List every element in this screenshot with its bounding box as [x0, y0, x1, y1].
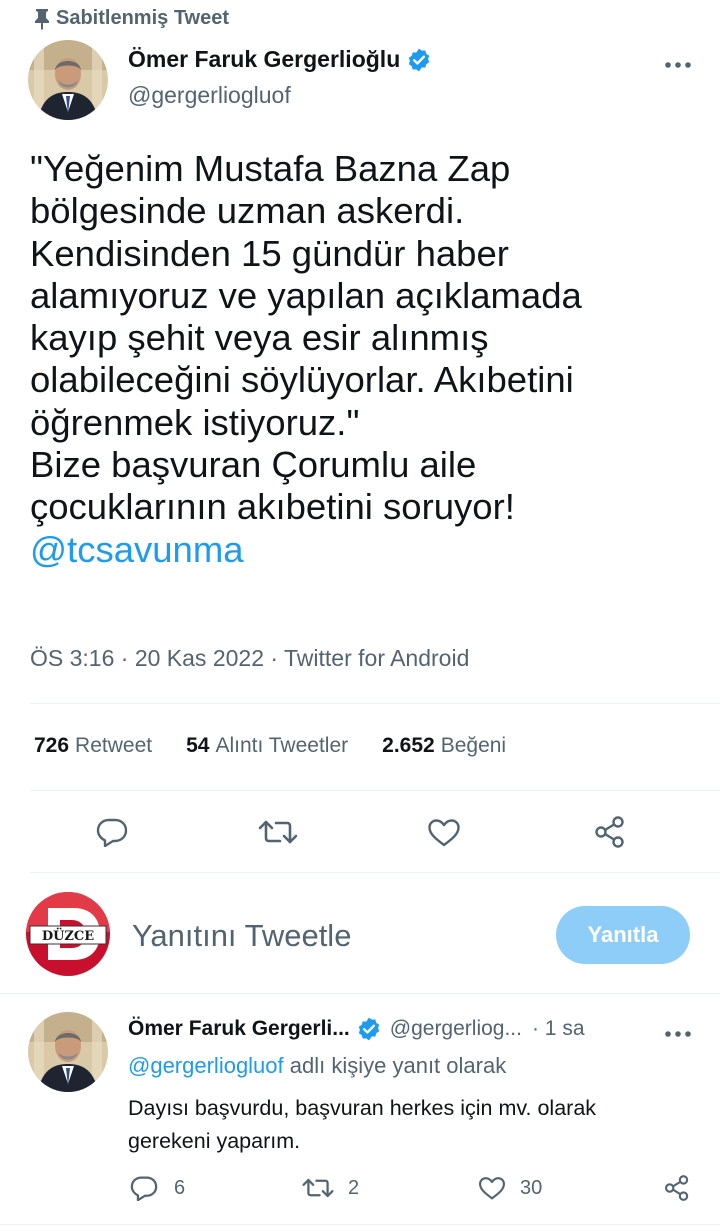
retweet-icon[interactable]	[258, 818, 298, 846]
quotes-stat[interactable]: 54 Alıntı Tweetler	[186, 734, 348, 758]
author-avatar[interactable]	[28, 40, 108, 120]
reply-button[interactable]: Yanıtla	[556, 906, 690, 964]
quotes-count: 54	[186, 734, 210, 757]
tweet-body: "Yeğenim Mustafa Bazna Zap bölgesinde uz…	[30, 148, 700, 571]
author-handle[interactable]: @gergerliogluof	[128, 82, 291, 109]
likes-count: 2.652	[382, 734, 435, 757]
tweet-text: "Yeğenim Mustafa Bazna Zap bölgesinde uz…	[30, 148, 582, 528]
divider	[0, 993, 720, 994]
divider	[30, 872, 720, 873]
reply-time[interactable]: · 1 sa	[532, 1017, 585, 1041]
like-icon[interactable]	[427, 818, 461, 848]
retweets-stat[interactable]: 726 Retweet	[34, 734, 152, 758]
reply-author-avatar[interactable]	[28, 1012, 108, 1092]
reply-like-count: 30	[520, 1177, 543, 1199]
reply-share-icon[interactable]	[664, 1174, 690, 1207]
like-icon	[478, 1177, 506, 1200]
mention-link[interactable]: @tcsavunma	[30, 529, 244, 570]
reply-icon	[130, 1176, 158, 1201]
pin-icon	[35, 9, 49, 30]
likes-stat[interactable]: 2.652 Beğeni	[382, 734, 506, 758]
retweets-count: 726	[34, 734, 70, 757]
quotes-label: Alıntı Tweetler	[215, 734, 349, 757]
reply-author-handle[interactable]: @gergerliog...	[390, 1017, 522, 1041]
more-options-icon[interactable]	[664, 56, 692, 68]
reply-reply-action[interactable]: 6	[130, 1175, 185, 1201]
reply-retweet-count: 2	[348, 1176, 360, 1199]
share-icon[interactable]	[594, 815, 626, 849]
verified-badge-icon	[409, 48, 430, 71]
replying-to-suffix: adlı kişiye yanıt olarak	[283, 1053, 507, 1078]
reply-header: Ömer Faruk Gergerli... @gergerliog... · …	[128, 1016, 585, 1042]
reply-like-action[interactable]: 30	[478, 1176, 542, 1201]
divider	[0, 1224, 720, 1225]
retweets-label: Retweet	[75, 734, 153, 757]
divider	[30, 790, 720, 791]
pinned-indicator: Sabitlenmiş Tweet	[30, 4, 229, 32]
reply-author-name[interactable]: Ömer Faruk Gergerli...	[128, 1017, 350, 1041]
compose-avatar[interactable]: DÜZCE	[26, 892, 110, 976]
replying-to: @gergerliogluof adlı kişiye yanıt olarak	[128, 1053, 506, 1079]
retweet-icon	[302, 1178, 334, 1198]
pinned-label: Sabitlenmiş Tweet	[56, 6, 230, 29]
divider	[30, 703, 720, 704]
reply-more-options-icon[interactable]	[664, 1025, 692, 1037]
verified-badge-icon	[358, 1017, 379, 1041]
tweet-meta: ÖS 3:16 · 20 Kas 2022 · Twitter for Andr…	[30, 645, 470, 671]
reply-text: Dayısı başvurdu, başvuran herkes için mv…	[128, 1096, 597, 1153]
compose-input[interactable]: Yanıtını Tweetle	[132, 918, 351, 954]
replying-to-link[interactable]: @gergerliogluof	[128, 1053, 284, 1078]
reply-retweet-action[interactable]: 2	[302, 1176, 359, 1200]
reply-reply-count: 6	[174, 1176, 186, 1199]
author-name[interactable]: Ömer Faruk Gergerlioğlu	[128, 46, 400, 73]
compose-avatar-text: DÜZCE	[42, 927, 94, 944]
likes-label: Beğeni	[440, 734, 507, 757]
reply-icon[interactable]	[96, 817, 128, 847]
tweet-stats: 726 Retweet 54 Alıntı Tweetler 2.652 Beğeni	[34, 734, 540, 758]
